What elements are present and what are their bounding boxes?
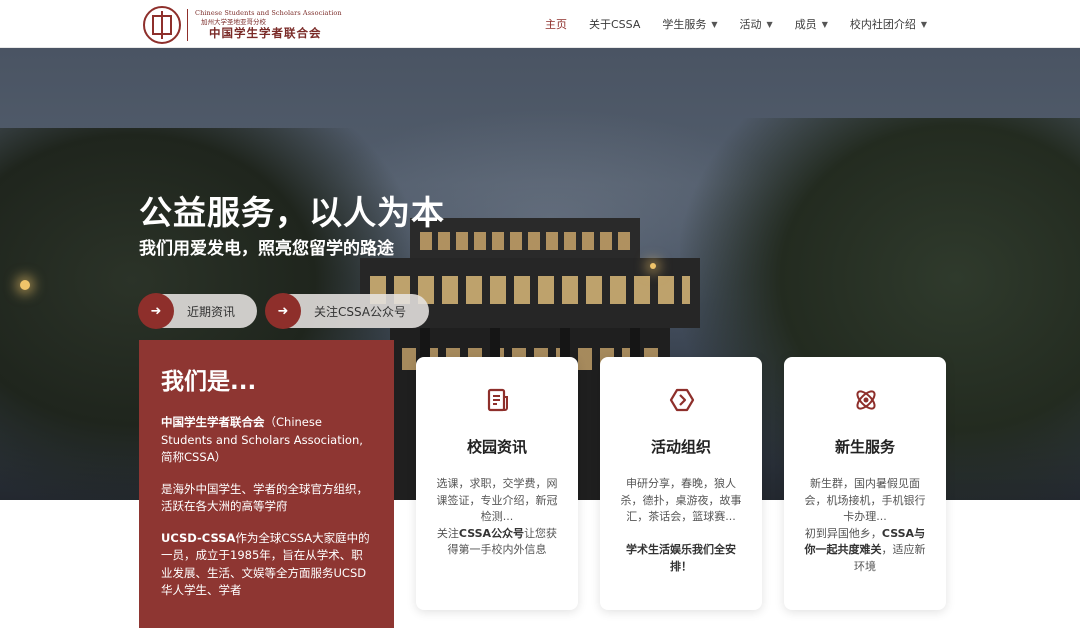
card-title: 活动组织 xyxy=(650,438,711,456)
logo-university-name: 加州大学圣地亚哥分校 xyxy=(201,17,266,26)
follow-wechat-button[interactable]: ➜ 关注CSSA公众号 xyxy=(265,293,429,329)
nav-label: 成员 xyxy=(794,18,817,31)
card-highlight: CSSA公众号 xyxy=(458,526,525,540)
arrow-right-icon: ➜ xyxy=(138,293,174,329)
site-header: Chinese Students and Scholars Associatio… xyxy=(0,0,1080,48)
who-title: 我们是... xyxy=(161,369,257,395)
nav-item-student-services[interactable]: 学生服务 ▼ xyxy=(651,16,728,32)
card-body: 选课，求职，交学费，网课签证，专业介绍，新冠检测... 关注CSSA公众号让您获… xyxy=(434,476,560,559)
hero-title: 公益服务，以人为本 xyxy=(139,193,445,232)
card-body: 新生群，国内暑假见面会，机场接机，手机银行卡办理... 初到异国他乡，CSSA与… xyxy=(802,476,928,575)
card-line: 初到异国他乡， xyxy=(804,526,882,540)
hexagon-arrow-icon xyxy=(669,388,695,412)
lamp-light xyxy=(650,263,656,269)
card-line: 申研分享，春晚，狼人杀，德扑，桌游夜，故事汇，茶话会，篮球赛... xyxy=(620,477,742,523)
nav-label: 学生服务 xyxy=(662,18,707,31)
card-line: 新生群，国内暑假见面会，机场接机，手机银行卡办理... xyxy=(804,477,926,523)
card-highlight: 学术生活娱乐我们全安排！ xyxy=(626,543,736,573)
site-logo[interactable]: Chinese Students and Scholars Associatio… xyxy=(143,6,342,44)
who-paragraph: UCSD-CSSA作为全球CSSA大家庭中的一员，成立于1985年，旨在从学术、… xyxy=(161,530,372,600)
nav-label: 主页 xyxy=(545,18,567,31)
nav-label: 活动 xyxy=(739,18,762,31)
lamp-light xyxy=(20,280,30,290)
card-title: 新生服务 xyxy=(834,438,895,456)
arrow-right-icon: ➜ xyxy=(265,293,301,329)
news-icon xyxy=(487,388,508,412)
atom-icon xyxy=(856,390,876,410)
button-label: 近期资讯 xyxy=(187,304,236,319)
chevron-down-icon: ▼ xyxy=(821,19,828,29)
logo-emblem-icon xyxy=(143,6,181,44)
who-we-are-card: 我们是... 中国学生学者联合会（Chinese Students and Sc… xyxy=(139,340,394,628)
who-paragraph: 是海外中国学生、学者的全球官方组织，活跃在各大洲的高等学府 xyxy=(161,481,368,514)
main-nav: 主页 关于CSSA 学生服务 ▼ 活动 ▼ 成员 ▼ 校内社团介绍 ▼ xyxy=(534,0,938,48)
org-name: 中国学生学者联合会 xyxy=(161,415,265,429)
button-label: 关注CSSA公众号 xyxy=(314,304,407,319)
ucsd-cssa-name: UCSD-CSSA xyxy=(161,530,236,545)
service-card-events[interactable]: 活动组织 申研分享，春晚，狼人杀，德扑，桌游夜，故事汇，茶话会，篮球赛... 学… xyxy=(600,357,762,610)
chevron-down-icon: ▼ xyxy=(766,19,773,29)
chevron-down-icon: ▼ xyxy=(711,19,718,29)
recent-news-button[interactable]: ➜ 近期资讯 xyxy=(138,293,257,329)
nav-label: 关于CSSA xyxy=(589,18,641,31)
nav-item-home[interactable]: 主页 xyxy=(534,16,578,32)
nav-item-events[interactable]: 活动 ▼ xyxy=(729,16,784,32)
hero-subtitle: 我们用爱发电，照亮您留学的路途 xyxy=(139,239,394,259)
logo-divider xyxy=(187,9,188,41)
logo-text: Chinese Students and Scholars Associatio… xyxy=(195,10,342,40)
card-line: 选课，求职，交学费，网课签证，专业介绍，新冠检测... xyxy=(436,477,558,523)
nav-label: 校内社团介绍 xyxy=(849,18,916,31)
service-card-campus-news[interactable]: 校园资讯 选课，求职，交学费，网课签证，专业介绍，新冠检测... 关注CSSA公… xyxy=(416,357,578,610)
card-body: 申研分享，春晚，狼人杀，德扑，桌游夜，故事汇，茶话会，篮球赛... 学术生活娱乐… xyxy=(618,476,744,575)
service-card-freshman[interactable]: 新生服务 新生群，国内暑假见面会，机场接机，手机银行卡办理... 初到异国他乡，… xyxy=(784,357,946,610)
card-title: 校园资讯 xyxy=(466,438,527,456)
logo-chinese-name: 中国学生学者联合会 xyxy=(209,26,322,41)
card-line: 关注 xyxy=(436,526,459,540)
chevron-down-icon: ▼ xyxy=(920,19,927,29)
who-paragraph: 中国学生学者联合会（Chinese Students and Scholars … xyxy=(161,414,372,467)
nav-item-clubs[interactable]: 校内社团介绍 ▼ xyxy=(839,16,938,32)
logo-english-name: Chinese Students and Scholars Associatio… xyxy=(195,9,342,18)
nav-item-members[interactable]: 成员 ▼ xyxy=(784,16,839,32)
nav-item-about[interactable]: 关于CSSA xyxy=(578,16,651,32)
